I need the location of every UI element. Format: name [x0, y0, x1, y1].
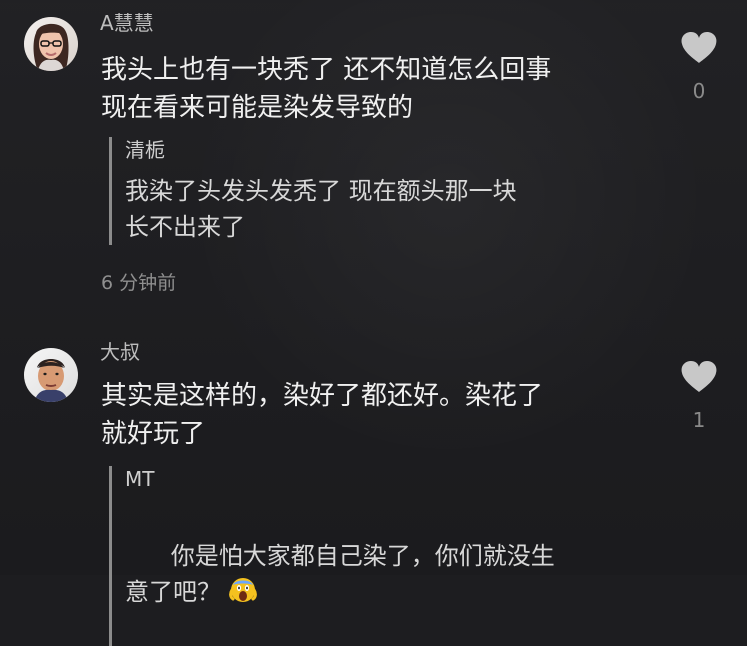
heart-icon	[681, 32, 717, 63]
avatar-image-ahuihui	[24, 17, 78, 71]
reply-username[interactable]: 清栀	[125, 137, 665, 163]
comment-text: 其实是这样的，染好了都还好。染花了 就好玩了	[101, 381, 544, 449]
heart-icon	[681, 361, 717, 392]
like-button[interactable]: 1	[676, 360, 722, 430]
avatar-user-dashu[interactable]	[24, 348, 78, 402]
avatar-image-dashu	[24, 348, 78, 402]
screaming-face-emoji-graphic	[229, 578, 257, 602]
comment-username[interactable]: A慧慧	[100, 13, 154, 33]
comment-timestamp: 6 分钟前	[101, 272, 177, 294]
reply-block[interactable]: MT 你是怕大家都自己染了，你们就没生 意了吧？	[109, 466, 665, 646]
reply-block[interactable]: 清栀 我染了头发头发秃了 现在额头那一块 长不出来了	[109, 137, 665, 245]
reply-text: 我染了头发头发秃了 现在额头那一块 长不出来了	[125, 177, 517, 241]
screaming-face-emoji-icon	[229, 576, 257, 604]
reply-text: 你是怕大家都自己染了，你们就没生 意了吧？	[125, 542, 555, 606]
like-count: 0	[692, 79, 706, 103]
like-button[interactable]: 0	[676, 31, 722, 101]
avatar-user-ahuihui[interactable]	[24, 17, 78, 71]
reply-username[interactable]: MT	[125, 466, 665, 492]
like-count: 1	[692, 408, 706, 432]
comment-username[interactable]: 大叔	[100, 342, 140, 362]
comment-text: 我头上也有一块秃了 还不知道怎么回事 现在看来可能是染发导致的	[101, 55, 552, 123]
reply-text-with-emoji: 你是怕大家都自己染了，你们就没生 意了吧？	[125, 502, 665, 646]
